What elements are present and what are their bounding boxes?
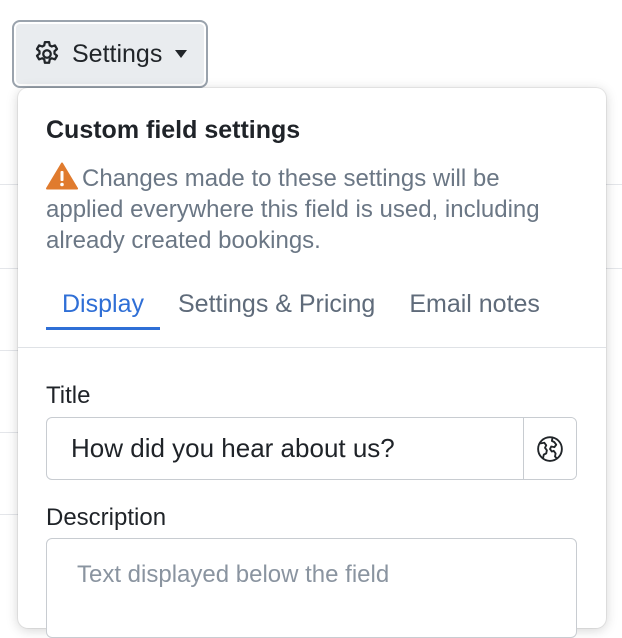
gear-icon	[35, 41, 59, 64]
warning-icon	[46, 162, 78, 190]
tab-display[interactable]: Display	[46, 284, 160, 330]
row-divider	[0, 184, 18, 185]
warning-text: Changes made to these settings will be a…	[46, 165, 540, 254]
settings-dropdown-button[interactable]: Settings	[12, 20, 208, 88]
tab-bar: Display Settings & Pricing Email notes	[46, 284, 558, 330]
caret-down-icon	[175, 50, 188, 58]
tab-settings-pricing[interactable]: Settings & Pricing	[162, 284, 391, 330]
row-divider	[0, 514, 18, 515]
custom-field-settings-panel: Custom field settings Changes made to th…	[18, 88, 606, 638]
tab-email-notes[interactable]: Email notes	[393, 284, 556, 330]
row-divider	[604, 268, 622, 269]
translate-button[interactable]	[523, 418, 576, 479]
title-field-label: Title	[46, 382, 91, 409]
description-input[interactable]	[46, 538, 577, 638]
description-field-label: Description	[46, 504, 167, 531]
row-divider	[0, 432, 18, 433]
row-divider	[0, 350, 18, 351]
globe-icon	[537, 435, 563, 462]
panel-title: Custom field settings	[46, 116, 301, 144]
title-input[interactable]	[47, 418, 523, 479]
settings-button-label: Settings	[72, 39, 163, 68]
row-divider	[0, 268, 18, 269]
tabs-divider	[18, 347, 606, 348]
row-divider	[604, 184, 622, 185]
warning-message: Changes made to these settings will be a…	[46, 162, 566, 256]
title-input-group	[46, 417, 577, 480]
